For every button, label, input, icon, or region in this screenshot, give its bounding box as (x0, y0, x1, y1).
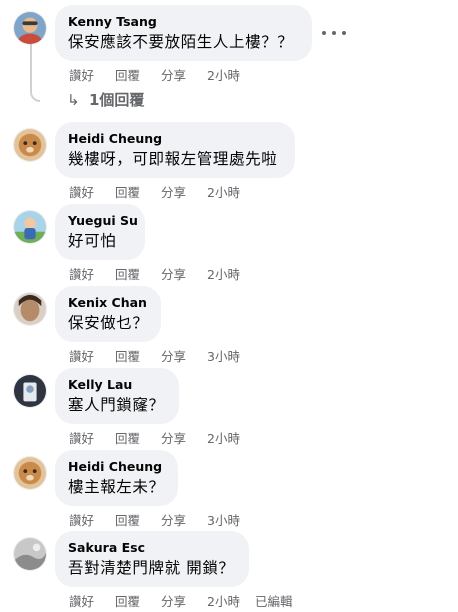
comment-timestamp[interactable]: 2小時 (207, 185, 240, 201)
reply-arrow-icon: ↳ (67, 91, 80, 109)
avatar-image (14, 457, 46, 489)
avatar[interactable] (13, 210, 47, 244)
avatar-image (14, 538, 46, 570)
comment-bubble: Heidi Cheung 樓主報左未？ (55, 450, 178, 506)
comment-item: Heidi Cheung 幾樓呀，可即報左管理處先啦 讚好 回覆 分享 2小時 (0, 121, 458, 203)
comment-actions: 讚好 回覆 分享 2小時 (69, 431, 240, 447)
share-button[interactable]: 分享 (161, 185, 207, 201)
reply-button[interactable]: 回覆 (115, 513, 161, 529)
like-button[interactable]: 讚好 (69, 267, 115, 283)
comment-item: Kenny Tsang 保安應該不要放陌生人上樓？？ 讚好 回覆 分享 2小時 (0, 4, 458, 86)
replies-count-label: 1個回覆 (89, 91, 145, 109)
comment-timestamp[interactable]: 2小時 (207, 431, 240, 447)
comment-bubble: Kenny Tsang 保安應該不要放陌生人上樓？？ (55, 5, 312, 61)
avatar[interactable] (13, 456, 47, 490)
reply-button[interactable]: 回覆 (115, 431, 161, 447)
comment-item: Kelly Lau 塞人門鎖窿？ 讚好 回覆 分享 2小時 (0, 367, 458, 449)
comment-timestamp[interactable]: 2小時 (207, 594, 240, 610)
like-button[interactable]: 讚好 (69, 431, 115, 447)
comment-item: Yuegui Su 好可怕 讚好 回覆 分享 2小時 (0, 203, 458, 285)
share-button[interactable]: 分享 (161, 68, 207, 84)
comment-text: 幾樓呀，可即報左管理處先啦 (68, 150, 278, 168)
avatar-image (14, 293, 46, 325)
avatar[interactable] (13, 292, 47, 326)
comment-text: 吾對清楚門牌就 開鎖？ (68, 559, 235, 577)
like-button[interactable]: 讚好 (69, 185, 115, 201)
more-options-button[interactable] (322, 26, 346, 40)
comment-bubble: Kelly Lau 塞人門鎖窿？ (55, 368, 179, 424)
avatar-image (14, 12, 46, 44)
comment-author[interactable]: Kelly Lau (68, 377, 166, 393)
comment-text: 好可怕 (68, 232, 117, 250)
reply-button[interactable]: 回覆 (115, 349, 161, 365)
reply-button[interactable]: 回覆 (115, 267, 161, 283)
avatar[interactable] (13, 537, 47, 571)
comment-actions: 讚好 回覆 分享 3小時 (69, 349, 240, 365)
edited-label: 已編輯 (254, 594, 293, 609)
comment-text: 保安應該不要放陌生人上樓？？ (68, 33, 294, 51)
comment-bubble: Yuegui Su 好可怕 (55, 204, 145, 260)
view-replies-link[interactable]: ↳ 1個回覆 (67, 90, 144, 110)
avatar-image (14, 211, 46, 243)
comment-timestamp[interactable]: 3小時 (207, 349, 240, 365)
comment-timestamp[interactable]: 2小時 (207, 68, 240, 84)
comment-actions: 讚好 回覆 分享 2小時 已編輯 (69, 594, 292, 610)
comment-author[interactable]: Kenny Tsang (68, 14, 299, 30)
avatar[interactable] (13, 128, 47, 162)
reply-button[interactable]: 回覆 (115, 68, 161, 84)
comment-bubble: Sakura Esc 吾對清楚門牌就 開鎖？ (55, 531, 249, 587)
more-options-icon (332, 31, 336, 35)
comment-actions: 讚好 回覆 分享 2小時 (69, 267, 240, 283)
comment-actions: 讚好 回覆 分享 2小時 (69, 68, 240, 84)
like-button[interactable]: 讚好 (69, 513, 115, 529)
share-button[interactable]: 分享 (161, 431, 207, 447)
comment-actions: 讚好 回覆 分享 2小時 (69, 185, 240, 201)
comment-text: 樓主報左未？ (68, 478, 165, 496)
reply-button[interactable]: 回覆 (115, 594, 161, 610)
comment-text: 保安做乜？ (68, 314, 149, 332)
share-button[interactable]: 分享 (161, 349, 207, 365)
like-button[interactable]: 讚好 (69, 68, 115, 84)
comment-item: Sakura Esc 吾對清楚門牌就 開鎖？ 讚好 回覆 分享 2小時 已編輯 (0, 530, 458, 612)
share-button[interactable]: 分享 (161, 594, 207, 610)
like-button[interactable]: 讚好 (69, 349, 115, 365)
reply-button[interactable]: 回覆 (115, 185, 161, 201)
more-options-icon (322, 31, 326, 35)
comment-timestamp[interactable]: 3小時 (207, 513, 240, 529)
comment-timestamp[interactable]: 2小時 (207, 267, 240, 283)
share-button[interactable]: 分享 (161, 267, 207, 283)
like-button[interactable]: 讚好 (69, 594, 115, 610)
comment-author[interactable]: Kenix Chan (68, 295, 148, 311)
comment-item: Kenix Chan 保安做乜？ 讚好 回覆 分享 3小時 (0, 285, 458, 367)
comment-author[interactable]: Sakura Esc (68, 540, 236, 556)
avatar-image (14, 129, 46, 161)
avatar[interactable] (13, 374, 47, 408)
comment-author[interactable]: Yuegui Su (68, 213, 138, 229)
share-button[interactable]: 分享 (161, 513, 207, 529)
comment-item: Heidi Cheung 樓主報左未？ 讚好 回覆 分享 3小時 (0, 449, 458, 531)
comment-bubble: Heidi Cheung 幾樓呀，可即報左管理處先啦 (55, 122, 295, 178)
comment-text: 塞人門鎖窿？ (68, 396, 165, 414)
comment-bubble: Kenix Chan 保安做乜？ (55, 286, 161, 342)
comment-actions: 讚好 回覆 分享 3小時 (69, 513, 240, 529)
comment-author[interactable]: Heidi Cheung (68, 459, 165, 475)
avatar-image (14, 375, 46, 407)
more-options-icon (342, 31, 346, 35)
comment-author[interactable]: Heidi Cheung (68, 131, 282, 147)
avatar[interactable] (13, 11, 47, 45)
